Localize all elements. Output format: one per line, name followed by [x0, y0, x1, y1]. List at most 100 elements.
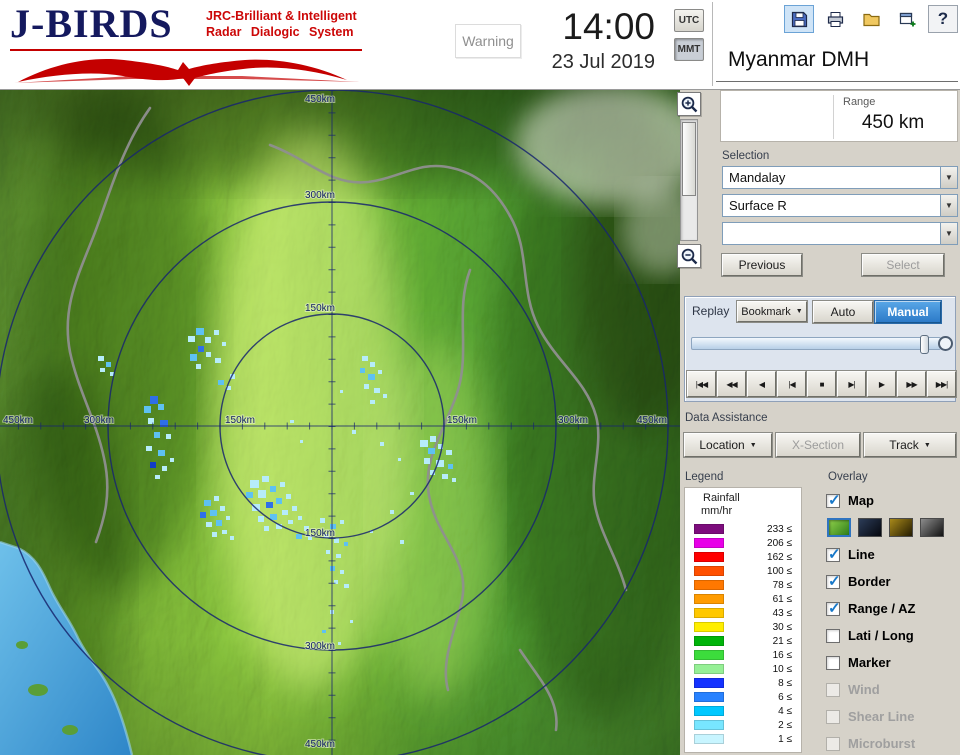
- chevron-down-icon[interactable]: [940, 195, 957, 216]
- playback-controls: |◀◀ ◀◀ ◀ |◀ ■ ▶| ▶ ▶▶ ▶▶|: [686, 370, 957, 398]
- manual-mode-button[interactable]: Manual: [874, 300, 942, 324]
- legend-color-swatch: [694, 734, 724, 744]
- utc-button[interactable]: UTC: [674, 9, 704, 32]
- legend-row: 4 ≤: [689, 704, 797, 718]
- checkbox[interactable]: [826, 491, 841, 509]
- bookmark-button[interactable]: Bookmark ▼: [736, 300, 808, 323]
- legend-row: 10 ≤: [689, 662, 797, 676]
- overlay-row-border[interactable]: Border: [826, 568, 960, 595]
- play-button[interactable]: ▶: [866, 370, 897, 398]
- checkbox[interactable]: [826, 545, 841, 563]
- legend-row: 61 ≤: [689, 592, 797, 606]
- location-label: Location: [699, 438, 745, 452]
- legend-row: 6 ≤: [689, 690, 797, 704]
- legend-color-swatch: [694, 580, 724, 590]
- checkbox[interactable]: [826, 628, 840, 643]
- previous-button[interactable]: Previous: [721, 253, 803, 277]
- save-button[interactable]: [784, 5, 814, 33]
- zoom-slider-thumb[interactable]: [682, 122, 696, 196]
- range-ring-label: 300km: [305, 190, 335, 201]
- fast-forward-button[interactable]: ▶▶: [896, 370, 927, 398]
- range-value: 450 km: [861, 112, 925, 133]
- logo-title: J-BIRDS: [10, 1, 173, 46]
- legend-value: 4 ≤: [778, 705, 792, 717]
- select-button[interactable]: Select: [861, 253, 945, 277]
- legend-color-swatch: [694, 538, 724, 548]
- station-underline: [716, 81, 958, 82]
- overlay-row-lati-long[interactable]: Lati / Long: [826, 622, 960, 649]
- print-button[interactable]: [820, 5, 850, 33]
- replay-timeline-slider[interactable]: [691, 335, 953, 354]
- replay-slider-handle[interactable]: [920, 335, 929, 354]
- range-panel: Range 450 km: [720, 90, 958, 142]
- open-button[interactable]: [856, 5, 886, 33]
- step-forward-button[interactable]: ▶|: [836, 370, 867, 398]
- overlay-row-range-az[interactable]: Range / AZ: [826, 595, 960, 622]
- chevron-down-icon[interactable]: [940, 223, 957, 244]
- checkbox[interactable]: [826, 599, 841, 617]
- step-back-button[interactable]: |◀: [776, 370, 807, 398]
- radar-map-viewport[interactable]: 450km 300km 150km 450km 300km 150km 150k…: [0, 90, 680, 755]
- range-ring-label: 300km: [305, 641, 335, 652]
- map-style-dark[interactable]: [920, 518, 944, 537]
- checkbox: [826, 682, 840, 697]
- zoom-in-button[interactable]: [677, 92, 701, 116]
- legend-value: 100 ≤: [767, 565, 792, 577]
- legend-scale: 233 ≤ 206 ≤ 162 ≤ 100 ≤ 78 ≤ 61 ≤ 43 ≤ 3…: [689, 522, 797, 746]
- legend-color-swatch: [694, 566, 724, 576]
- checkbox[interactable]: [826, 655, 840, 670]
- legend-value: 162 ≤: [767, 551, 792, 563]
- clock-date: 23 Jul 2019: [551, 51, 655, 73]
- legend-row: 206 ≤: [689, 536, 797, 550]
- map-style-swatches: [826, 514, 960, 541]
- logo-subtitle-line1: JRC-Brilliant & Intelligent: [206, 9, 357, 23]
- legend-panel: Rainfall mm/hr 233 ≤ 206 ≤ 162 ≤ 100 ≤ 7…: [684, 487, 802, 753]
- legend-row: 2 ≤: [689, 718, 797, 732]
- range-ring-label: 150km: [305, 303, 335, 314]
- map-style-green[interactable]: [827, 518, 851, 537]
- zoom-out-button[interactable]: [677, 244, 701, 268]
- logo-subtitle: JRC-Brilliant & Intelligent Radar Dialog…: [206, 8, 357, 40]
- map-style-olive[interactable]: [889, 518, 913, 537]
- product-select[interactable]: Surface R: [722, 194, 958, 217]
- track-button[interactable]: Track ▼: [863, 432, 957, 458]
- mmt-button[interactable]: MMT: [674, 38, 704, 61]
- clock-time: 14:00: [562, 6, 655, 47]
- jbirds-app: J-BIRDS JRC-Brilliant & Intelligent Rada…: [0, 0, 960, 755]
- overlay-label: Shear Line: [848, 709, 915, 724]
- map-style-navy[interactable]: [858, 518, 882, 537]
- skip-end-button[interactable]: ▶▶|: [926, 370, 957, 398]
- checkbox[interactable]: [826, 572, 841, 590]
- radar-map-canvas[interactable]: 450km 300km 150km 450km 300km 150km 150k…: [0, 90, 680, 755]
- replay-slider-knob[interactable]: [938, 336, 953, 351]
- help-button[interactable]: ?: [928, 5, 958, 33]
- extra-select[interactable]: [722, 222, 958, 245]
- track-label: Track: [889, 438, 919, 452]
- range-ring-label: 450km: [3, 415, 33, 426]
- legend-row: 1 ≤: [689, 732, 797, 746]
- export-button[interactable]: [892, 5, 922, 33]
- logo-subtitle-line2: Radar Dialogic System: [206, 25, 354, 39]
- chevron-down-icon[interactable]: [940, 167, 957, 188]
- zoom-out-icon: [681, 248, 697, 264]
- skip-start-button[interactable]: |◀◀: [686, 370, 717, 398]
- auto-mode-button[interactable]: Auto: [812, 300, 874, 324]
- play-reverse-button[interactable]: ◀: [746, 370, 777, 398]
- legend-value: 30 ≤: [772, 621, 792, 633]
- overlay-row-marker[interactable]: Marker: [826, 649, 960, 676]
- overlay-row-line[interactable]: Line: [826, 541, 960, 568]
- zoom-in-icon: [681, 96, 697, 112]
- overlay-row-wind: Wind: [826, 676, 960, 703]
- zoom-slider[interactable]: [680, 119, 698, 241]
- range-ring-label: 150km: [447, 415, 477, 426]
- overlay-row-map[interactable]: Map: [826, 487, 960, 514]
- legend-row: 43 ≤: [689, 606, 797, 620]
- location-button[interactable]: Location ▼: [683, 432, 773, 458]
- fast-rewind-button[interactable]: ◀◀: [716, 370, 747, 398]
- replay-title: Replay: [692, 304, 730, 318]
- stop-button[interactable]: ■: [806, 370, 837, 398]
- site-select[interactable]: Mandalay: [722, 166, 958, 189]
- legend-value: 61 ≤: [772, 593, 792, 605]
- xsection-button[interactable]: X-Section: [775, 432, 861, 458]
- data-assistance-label: Data Assistance: [685, 412, 768, 424]
